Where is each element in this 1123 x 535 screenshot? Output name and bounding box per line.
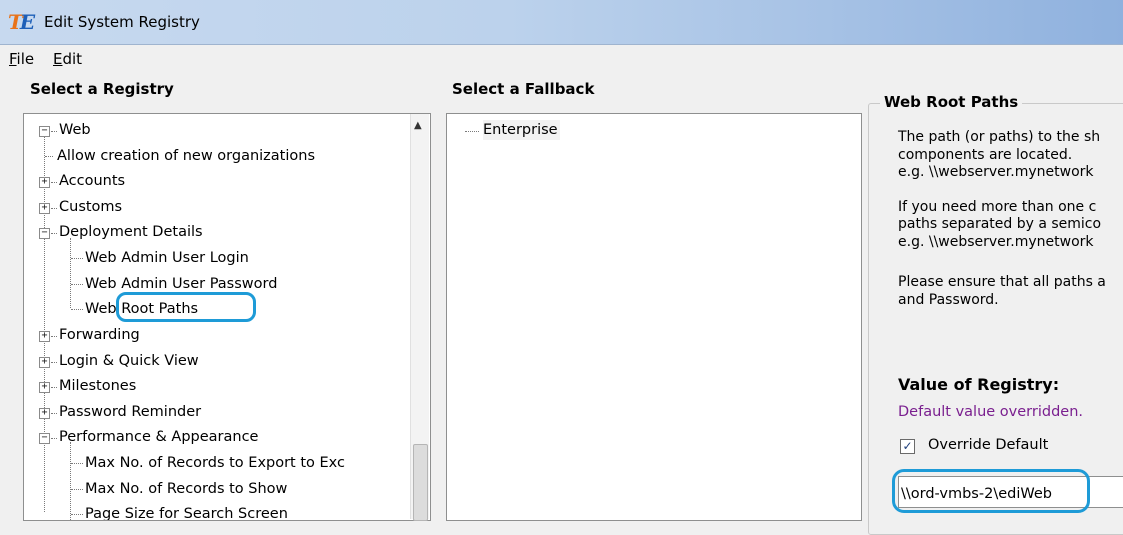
menu-edit[interactable]: Edit xyxy=(53,50,82,68)
tree-item-page-size[interactable]: Page Size for Search Screen xyxy=(85,504,288,520)
override-default-checkbox[interactable]: ✓ xyxy=(900,439,915,454)
tree-item-web-admin-password[interactable]: Web Admin User Password xyxy=(85,274,277,294)
menu-file-accel: F xyxy=(9,50,17,68)
tree-connector xyxy=(71,489,83,490)
tree-item-deployment-details[interactable]: Deployment Details xyxy=(59,222,203,242)
tree-item-accounts[interactable]: Accounts xyxy=(59,171,125,191)
tree-item-customs[interactable]: Customs xyxy=(59,197,122,217)
tree-connector xyxy=(71,284,83,285)
details-title: Web Root Paths xyxy=(880,93,1023,111)
scroll-thumb[interactable] xyxy=(413,444,428,521)
tree-connector xyxy=(465,131,479,132)
tree-connector xyxy=(71,514,83,515)
override-default-label[interactable]: Override Default xyxy=(928,437,1048,453)
tree-connector xyxy=(45,156,53,157)
tree-scrollbar[interactable]: ▲ xyxy=(410,114,429,521)
selection-highlight xyxy=(116,292,256,322)
tree-connector xyxy=(51,413,57,414)
tree-line xyxy=(44,132,45,512)
tree-connector xyxy=(71,463,83,464)
fallback-header: Select a Fallback xyxy=(452,80,595,98)
tree-connector xyxy=(51,362,57,363)
menu-edit-label: dit xyxy=(62,50,83,68)
fallback-list[interactable]: Enterprise xyxy=(446,113,862,521)
tree-connector xyxy=(51,208,57,209)
description-line: Please ensure that all paths a xyxy=(898,274,1106,290)
menu-file-label: ile xyxy=(16,50,35,68)
tree-item-max-records-show[interactable]: Max No. of Records to Show xyxy=(85,479,287,499)
tree-line xyxy=(70,442,71,520)
description-line: and Password. xyxy=(898,292,999,308)
description-line: If you need more than one c xyxy=(898,199,1097,215)
tree-connector xyxy=(51,387,57,388)
collapse-performance-icon[interactable]: − xyxy=(39,433,50,444)
value-of-registry-heading: Value of Registry: xyxy=(898,375,1060,394)
window-title: Edit System Registry xyxy=(44,13,200,31)
fallback-item-enterprise[interactable]: Enterprise xyxy=(483,120,560,140)
menu-file[interactable]: File xyxy=(9,50,34,68)
expand-login-icon[interactable]: + xyxy=(39,357,50,368)
tree-item-password-reminder[interactable]: Password Reminder xyxy=(59,402,201,422)
description-line: paths separated by a semico xyxy=(898,216,1102,232)
tree-connector xyxy=(51,438,57,439)
description-line: e.g. \\webserver.mynetwork xyxy=(898,164,1094,180)
tree-item-performance-appearance[interactable]: Performance & Appearance xyxy=(59,427,258,447)
description-line: components are located. xyxy=(898,147,1073,163)
registry-header: Select a Registry xyxy=(30,80,174,98)
tree-item-web[interactable]: Web xyxy=(59,120,91,140)
tree-item-web-admin-login[interactable]: Web Admin User Login xyxy=(85,248,249,268)
tree-connector xyxy=(71,258,83,259)
expand-accounts-icon[interactable]: + xyxy=(39,177,50,188)
tree-connector xyxy=(51,233,57,234)
tree-item-forwarding[interactable]: Forwarding xyxy=(59,325,140,345)
expand-forwarding-icon[interactable]: + xyxy=(39,331,50,342)
tree-connector xyxy=(51,336,57,337)
tree-connector xyxy=(51,182,57,183)
scroll-up-arrow-icon[interactable]: ▲ xyxy=(414,120,422,131)
overridden-note: Default value overridden. xyxy=(898,404,1084,420)
tree-line xyxy=(70,238,71,308)
tree-item-login-quick-view[interactable]: Login & Quick View xyxy=(59,351,199,371)
expand-customs-icon[interactable]: + xyxy=(39,203,50,214)
description-line: The path (or paths) to the sh xyxy=(898,129,1101,145)
description-line: e.g. \\webserver.mynetwork xyxy=(898,234,1094,250)
tree-item-max-records-export[interactable]: Max No. of Records to Export to Exc xyxy=(85,453,345,473)
tree-item-milestones[interactable]: Milestones xyxy=(59,376,136,396)
value-highlight xyxy=(892,469,1090,513)
collapse-web-icon[interactable]: − xyxy=(39,126,50,137)
expand-password-reminder-icon[interactable]: + xyxy=(39,408,50,419)
title-bar: TE Edit System Registry xyxy=(0,0,1123,45)
menu-bar: File Edit xyxy=(0,45,1123,71)
tree-connector xyxy=(71,309,83,310)
tree-item-allow-creation[interactable]: Allow creation of new organizations xyxy=(57,146,315,166)
app-logo-icon: TE xyxy=(8,10,35,34)
expand-milestones-icon[interactable]: + xyxy=(39,382,50,393)
collapse-deployment-icon[interactable]: − xyxy=(39,228,50,239)
tree-connector xyxy=(51,131,57,132)
